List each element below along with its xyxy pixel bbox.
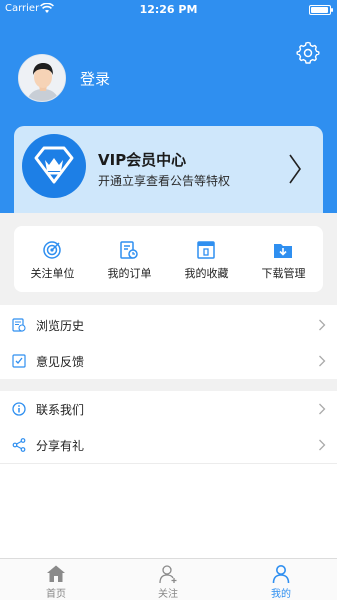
- vip-description: 开通立享查看公告等特权: [98, 174, 231, 188]
- tab-label: 首页: [46, 589, 66, 600]
- info-icon: [12, 402, 26, 416]
- quick-action-label: 关注单位: [30, 267, 75, 280]
- chevron-right-icon: [319, 355, 326, 367]
- menu-item-label: 联系我们: [36, 403, 85, 417]
- tab-home[interactable]: 首页: [0, 559, 112, 600]
- menu-item-share-gift[interactable]: 分享有礼: [0, 427, 337, 463]
- chevron-right-icon: [319, 319, 326, 331]
- home-icon: [47, 565, 65, 582]
- download-folder-icon: [274, 244, 292, 258]
- order-icon: [120, 241, 138, 259]
- bookmark-icon: [197, 241, 215, 259]
- diamond-crown-icon: [34, 146, 74, 184]
- menu-item-browse-history[interactable]: 浏览历史: [0, 307, 337, 343]
- quick-action-download-manager[interactable]: 下载管理: [245, 226, 322, 292]
- quick-action-label: 我的收藏: [184, 267, 229, 280]
- tab-bar: 首页 关注 我的: [0, 558, 337, 600]
- quick-action-my-orders[interactable]: 我的订单: [91, 226, 168, 292]
- quick-actions-card: 关注单位 我的订单 我的收藏 下载管理: [14, 226, 323, 292]
- add-user-icon: [159, 565, 177, 584]
- feedback-icon: [12, 354, 26, 368]
- battery-icon: [309, 5, 333, 15]
- chevron-right-icon: [319, 403, 326, 415]
- chevron-right-icon: [319, 439, 326, 451]
- target-icon: [43, 241, 61, 259]
- menu-item-feedback[interactable]: 意见反馈: [0, 343, 337, 379]
- avatar-person-icon: [19, 55, 65, 101]
- profile-header: 登录 VIP会员中心 开通立享查看公告等特权: [0, 20, 337, 234]
- quick-action-label: 我的订单: [107, 267, 152, 280]
- vip-badge: [22, 134, 86, 198]
- quick-action-label: 下载管理: [261, 267, 306, 280]
- gear-icon[interactable]: [296, 41, 320, 65]
- tab-label: 关注: [158, 589, 178, 600]
- history-icon: [12, 318, 26, 332]
- chevron-right-icon: [289, 154, 301, 184]
- vip-title: VIP会员中心: [98, 151, 187, 169]
- menu-item-label: 浏览历史: [36, 319, 85, 333]
- menu-item-label: 意见反馈: [36, 355, 85, 369]
- user-icon: [272, 565, 290, 584]
- quick-action-my-favorites[interactable]: 我的收藏: [168, 226, 245, 292]
- menu-item-contact-us[interactable]: 联系我们: [0, 391, 337, 427]
- menu-item-label: 分享有礼: [36, 439, 85, 453]
- clock: 12:26 PM: [139, 3, 198, 16]
- quick-action-follow-unit[interactable]: 关注单位: [14, 226, 91, 292]
- share-icon: [12, 438, 26, 452]
- divider: [0, 463, 337, 464]
- tab-label: 我的: [271, 589, 291, 600]
- tab-mine[interactable]: 我的: [225, 559, 337, 600]
- avatar[interactable]: [18, 54, 66, 102]
- status-bar: Carrier 12:26 PM: [0, 0, 337, 20]
- tab-follow[interactable]: 关注: [112, 559, 224, 600]
- section-gap: [0, 379, 337, 391]
- login-link[interactable]: 登录: [80, 68, 110, 89]
